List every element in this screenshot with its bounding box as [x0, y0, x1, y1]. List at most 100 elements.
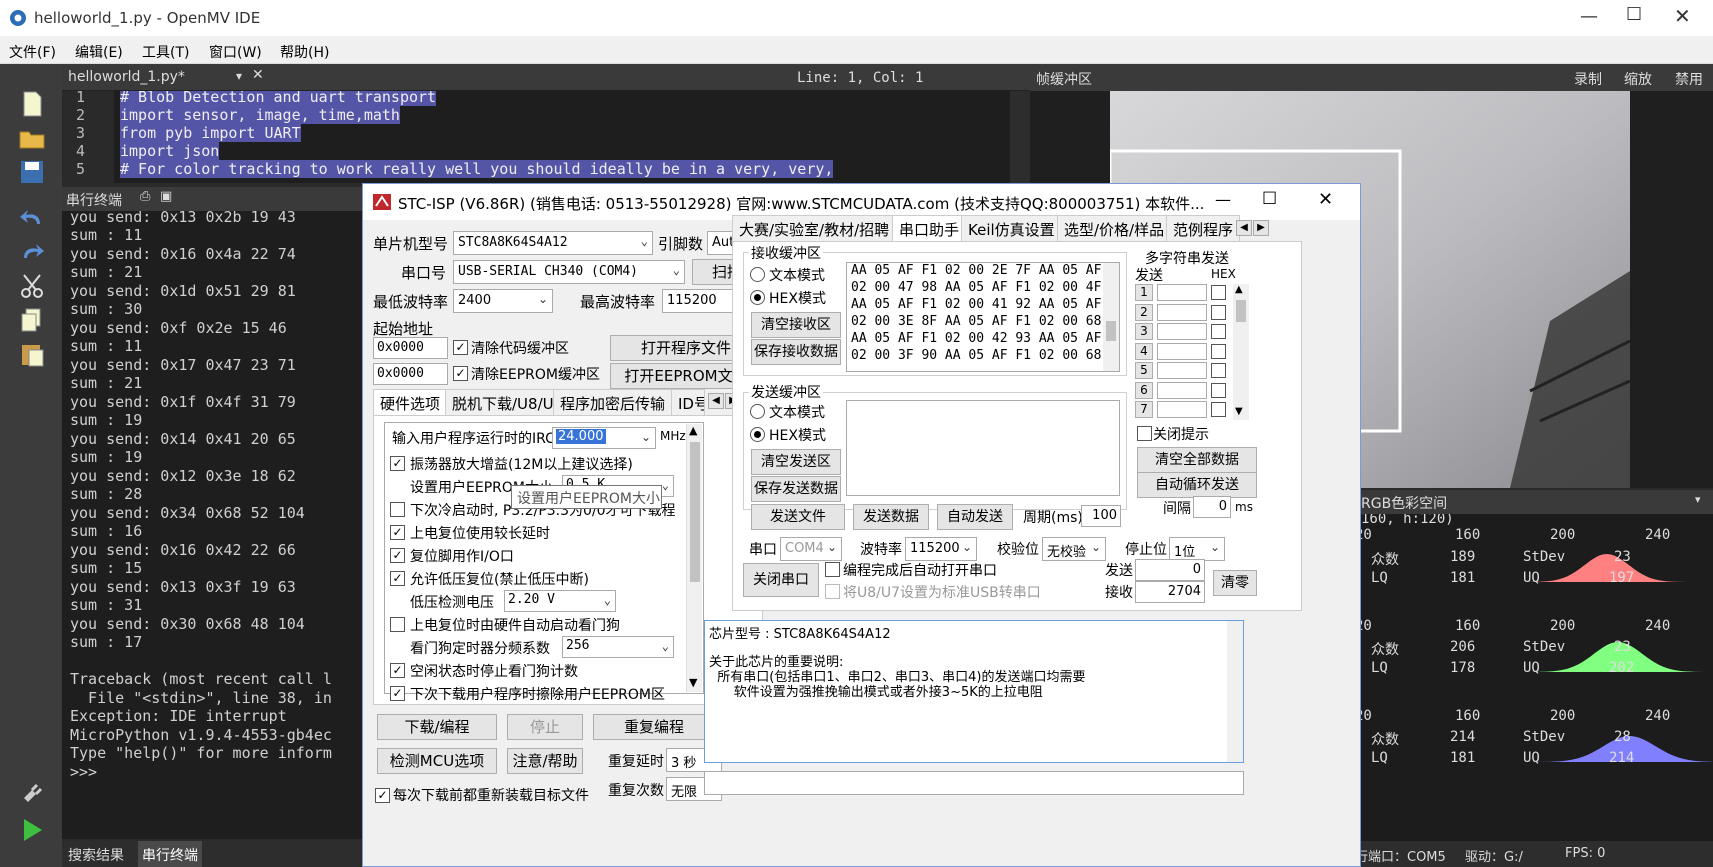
tab-contest[interactable]: 大赛/实验室/教材/招聘	[732, 215, 897, 241]
multi-send-row-button[interactable]: 5	[1135, 362, 1153, 379]
send-area[interactable]	[846, 400, 1120, 496]
send-text-radio[interactable]	[750, 404, 765, 419]
terminal-clear-icon[interactable]: ⎙	[140, 189, 150, 204]
multi-send-row-hex-checkbox[interactable]	[1211, 324, 1226, 339]
save-receive-button[interactable]: 保存接收数据	[751, 339, 841, 365]
option-checkbox[interactable]: ✓	[390, 525, 405, 540]
send-data-button[interactable]: 发送数据	[853, 504, 929, 530]
stc-maximize-icon[interactable]: ☐	[1262, 189, 1277, 209]
multi-send-row-button[interactable]: 2	[1135, 303, 1153, 321]
copy-icon[interactable]	[18, 306, 46, 334]
auto-open-checkbox[interactable]	[825, 562, 840, 577]
multi-send-row-button[interactable]: 3	[1135, 323, 1153, 340]
receive-hex-area[interactable]: AA 05 AF F1 02 00 2E 7F AA 05 AF F1 02 0…	[846, 262, 1120, 372]
multi-send-row-hex-checkbox[interactable]	[1211, 343, 1226, 359]
colorspace-selector[interactable]: RGB色彩空间	[1361, 493, 1447, 513]
reload-checkbox[interactable]: ✓	[375, 788, 390, 803]
tab-keil[interactable]: Keil仿真设置	[961, 215, 1062, 241]
multi-send-row-button[interactable]: 1	[1135, 284, 1153, 301]
multi-send-row-input[interactable]	[1157, 381, 1207, 399]
tab-scroll-right-icon[interactable]: ▶	[1253, 220, 1269, 236]
repeat-program-button[interactable]: 重复编程	[593, 714, 715, 740]
disable-button[interactable]: 禁用	[1675, 69, 1703, 89]
multi-send-row-button[interactable]: 7	[1135, 401, 1153, 418]
tab-close-icon[interactable]: ✕	[252, 67, 264, 83]
multi-send-row-input[interactable]	[1157, 303, 1207, 321]
menu-edit[interactable]: 编辑(E)	[75, 42, 123, 62]
terminal-save-icon[interactable]: ▣	[160, 189, 172, 204]
close-port-button[interactable]: 关闭串口	[743, 563, 819, 597]
download-button[interactable]: 下载/编程	[377, 714, 497, 740]
option-checkbox[interactable]: ✓	[390, 663, 405, 678]
auto-send-button[interactable]: 自动发送	[937, 504, 1013, 530]
multi-send-row-hex-checkbox[interactable]	[1211, 285, 1226, 300]
multi-send-row-input[interactable]	[1157, 362, 1207, 379]
menu-help[interactable]: 帮助(H)	[280, 42, 329, 62]
connect-icon[interactable]	[18, 780, 46, 808]
close-tip-checkbox[interactable]	[1137, 426, 1152, 441]
option-checkbox[interactable]: ✓	[390, 686, 405, 701]
tab-serial-assistant[interactable]: 串口助手	[892, 215, 967, 241]
clear-all-button[interactable]: 清空全部数据	[1137, 447, 1257, 473]
option-checkbox[interactable]: ✓	[390, 456, 405, 471]
cut-icon[interactable]	[18, 272, 46, 300]
close-icon[interactable]: ✕	[1674, 4, 1691, 28]
tab-id[interactable]: ID号	[671, 389, 705, 415]
low-voltage-select[interactable]: 2.20 V ⌄	[504, 590, 616, 612]
clear-receive-button[interactable]: 清空接收区	[751, 312, 841, 338]
multi-send-row-button[interactable]: 6	[1135, 381, 1153, 399]
option-checkbox[interactable]: ✓	[390, 548, 405, 563]
clear-count-button[interactable]: 清零	[1213, 570, 1257, 596]
tab-offline[interactable]: 脱机下载/U8/U7	[445, 389, 571, 415]
open-folder-icon[interactable]	[18, 124, 46, 152]
menu-tools[interactable]: 工具(T)	[142, 42, 189, 62]
period-input[interactable]: 100	[1081, 505, 1121, 527]
tab-dropdown-icon[interactable]: ▾	[236, 69, 242, 83]
multi-send-row-hex-checkbox[interactable]	[1211, 363, 1226, 378]
tab-serial-terminal[interactable]: 串行终端	[138, 841, 202, 867]
tab-scroll-left-icon[interactable]: ◀	[708, 393, 724, 409]
redo-icon[interactable]	[18, 238, 46, 266]
option-checkbox[interactable]	[390, 617, 405, 632]
interval-input[interactable]: 0	[1193, 496, 1231, 518]
record-button[interactable]: 录制	[1574, 69, 1602, 89]
code-editor[interactable]: 1 2 3 4 5 # Blob Detection and uart tran…	[62, 91, 1030, 183]
scroll-up-icon[interactable]: ▲	[1235, 284, 1243, 295]
clear-send-button[interactable]: 清空发送区	[751, 449, 841, 475]
multi-send-row-hex-checkbox[interactable]	[1211, 382, 1226, 398]
scroll-up-icon[interactable]: ▲	[689, 424, 697, 437]
code-address-input[interactable]: 0x0000	[373, 337, 448, 359]
minimize-icon[interactable]: —	[1580, 6, 1598, 27]
recv-hex-radio[interactable]	[750, 290, 765, 305]
port-select[interactable]: USB-SERIAL CH340 (COM4) ⌄	[453, 260, 685, 284]
tab-encrypt[interactable]: 程序加密后传输	[553, 389, 673, 415]
editor-scrollbar[interactable]	[1010, 91, 1030, 183]
multi-send-row-input[interactable]	[1157, 284, 1207, 301]
clear-eeprom-checkbox[interactable]: ✓	[453, 366, 468, 381]
option-checkbox[interactable]	[390, 502, 405, 517]
tab-hardware[interactable]: 硬件选项	[373, 389, 448, 415]
stopbit-select[interactable]: 1位 ⌄	[1169, 537, 1225, 561]
wdt-select[interactable]: 256 ⌄	[562, 636, 674, 658]
help-button[interactable]: 注意/帮助	[507, 748, 583, 774]
paste-icon[interactable]	[18, 340, 46, 368]
scroll-down-icon[interactable]: ▼	[1235, 406, 1243, 417]
maximize-icon[interactable]: ☐	[1626, 4, 1642, 25]
multi-send-scrollbar[interactable]: ▲ ▼	[1233, 284, 1249, 420]
multi-send-row-hex-checkbox[interactable]	[1211, 304, 1226, 320]
info-scrollbar[interactable]	[1227, 621, 1243, 762]
clear-code-checkbox[interactable]: ✓	[453, 340, 468, 355]
receive-scrollbar[interactable]	[1103, 263, 1119, 371]
irc-select[interactable]: 24.000 ⌄	[552, 427, 656, 449]
scroll-down-icon[interactable]: ▼	[689, 676, 697, 689]
eeprom-address-input[interactable]: 0x0000	[373, 363, 448, 385]
send-file-button[interactable]: 发送文件	[751, 504, 845, 530]
parity-select[interactable]: 无校验 ⌄	[1042, 537, 1106, 561]
run-icon[interactable]	[18, 816, 46, 844]
multi-send-row-input[interactable]	[1157, 342, 1207, 360]
menu-window[interactable]: 窗口(W)	[209, 42, 262, 62]
stc-close-icon[interactable]: ✕	[1318, 189, 1333, 210]
options-scrollbar[interactable]: ▲ ▼	[686, 424, 702, 692]
check-mcu-button[interactable]: 检测MCU选项	[377, 748, 497, 774]
zoom-button[interactable]: 缩放	[1624, 69, 1652, 89]
